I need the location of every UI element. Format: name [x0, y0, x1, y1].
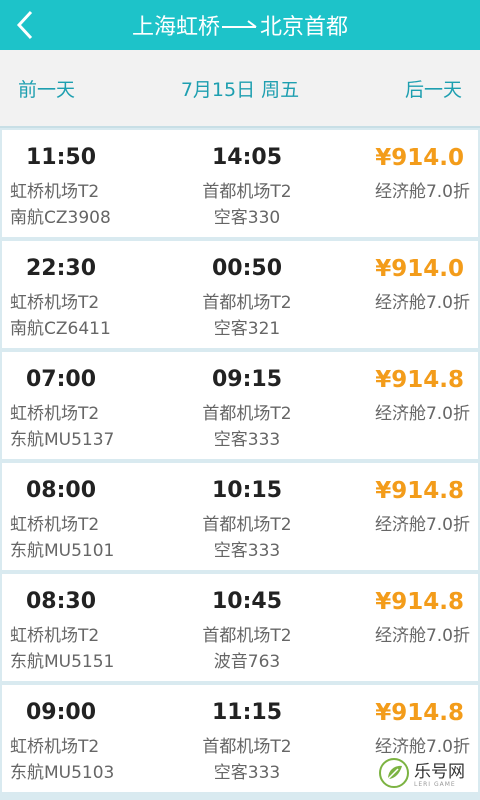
flight-number: 东航MU5137	[10, 430, 115, 450]
flight-number: 南航CZ3908	[10, 208, 111, 228]
flight-number: 东航MU5151	[10, 652, 115, 672]
cabin-discount: 经济舱7.0折	[374, 182, 470, 202]
date-navigation: 前一天 7月15日 周五 后一天	[0, 50, 480, 128]
cabin-discount: 经济舱7.0折	[374, 626, 470, 646]
price-column: ¥914.8 经济舱7.0折	[330, 352, 470, 459]
flight-card[interactable]: 08:00 虹桥机场T2 东航MU5101 10:15 首都机场T2 空客333 ¥914.…	[2, 463, 478, 570]
arrive-time: 09:15	[211, 367, 283, 392]
prev-day-button[interactable]: 前一天	[18, 75, 75, 102]
depart-airport: 虹桥机场T2	[10, 182, 100, 202]
cabin-discount: 经济舱7.0折	[374, 404, 470, 424]
cabin-discount: 经济舱7.0折	[374, 293, 470, 313]
ticket-price: ¥914.8	[375, 367, 464, 393]
arrive-time: 10:45	[211, 589, 283, 614]
arrive-time: 00:50	[211, 256, 283, 281]
aircraft-type: 空客333	[213, 430, 281, 450]
flight-card[interactable]: 11:50 虹桥机场T2 南航CZ3908 14:05 首都机场T2 空客330 ¥914.…	[2, 130, 478, 237]
watermark-subtext: LERI GAME	[414, 781, 456, 788]
departure-column: 08:30 虹桥机场T2 东航MU5151	[8, 574, 178, 681]
departure-column: 07:00 虹桥机场T2 东航MU5137	[8, 352, 178, 459]
top-bar: 上海虹桥 北京首都	[0, 0, 480, 50]
depart-airport: 虹桥机场T2	[10, 293, 100, 313]
ticket-price: ¥914.0	[375, 256, 464, 282]
arrival-column: 14:05 首都机场T2 空客330	[192, 130, 302, 237]
departure-column: 22:30 虹桥机场T2 南航CZ6411	[8, 241, 178, 348]
arrival-column: 10:45 首都机场T2 波音763	[192, 574, 302, 681]
arrival-column: 11:15 首都机场T2 空客333	[192, 685, 302, 792]
arrival-column: 09:15 首都机场T2 空客333	[192, 352, 302, 459]
flight-card[interactable]: 22:30 虹桥机场T2 南航CZ6411 00:50 首都机场T2 空客321 ¥914.…	[2, 241, 478, 348]
arrive-airport: 首都机场T2	[202, 182, 292, 202]
aircraft-type: 空客333	[213, 763, 281, 783]
flight-card[interactable]: 07:00 虹桥机场T2 东航MU5137 09:15 首都机场T2 空客333 ¥914.…	[2, 352, 478, 459]
aircraft-type: 空客330	[213, 208, 281, 228]
arrival-column: 00:50 首都机场T2 空客321	[192, 241, 302, 348]
aircraft-type: 空客321	[213, 319, 281, 339]
price-column: ¥914.8 经济舱7.0折	[330, 574, 470, 681]
aircraft-type: 空客333	[213, 541, 281, 561]
departure-column: 09:00 虹桥机场T2 东航MU5103	[8, 685, 178, 792]
arrive-airport: 首都机场T2	[202, 626, 292, 646]
ticket-price: ¥914.8	[375, 478, 464, 504]
arrive-airport: 首都机场T2	[202, 737, 292, 757]
leaf-logo-icon	[378, 757, 410, 793]
cabin-discount: 经济舱7.0折	[374, 515, 470, 535]
arrive-time: 11:15	[211, 700, 283, 725]
depart-time: 08:00	[26, 478, 97, 503]
current-date: 7月15日 周五	[180, 78, 300, 101]
departure-column: 08:00 虹桥机场T2 东航MU5101	[8, 463, 178, 570]
arrival-column: 10:15 首都机场T2 空客333	[192, 463, 302, 570]
ticket-price: ¥914.0	[375, 145, 464, 171]
flight-number: 东航MU5101	[10, 541, 115, 561]
depart-time: 08:30	[26, 589, 97, 614]
arrive-airport: 首都机场T2	[202, 404, 292, 424]
depart-time: 22:30	[26, 256, 97, 281]
route-arrow-icon	[222, 18, 258, 32]
depart-time: 09:00	[26, 700, 97, 725]
ticket-price: ¥914.8	[375, 589, 464, 615]
price-column: ¥914.0 经济舱7.0折	[330, 241, 470, 348]
depart-airport: 虹桥机场T2	[10, 737, 100, 757]
origin-city: 上海虹桥	[131, 15, 220, 40]
aircraft-type: 波音763	[213, 652, 281, 672]
destination-city: 北京首都	[260, 15, 349, 40]
arrive-time: 10:15	[211, 478, 283, 503]
depart-time: 11:50	[26, 145, 97, 170]
depart-airport: 虹桥机场T2	[10, 626, 100, 646]
flight-number: 南航CZ6411	[10, 319, 111, 339]
price-column: ¥914.0 经济舱7.0折	[330, 130, 470, 237]
watermark: 乐号网 LERI GAME	[378, 752, 478, 798]
watermark-text: 乐号网	[414, 762, 465, 782]
depart-airport: 虹桥机场T2	[10, 404, 100, 424]
flight-number: 东航MU5103	[10, 763, 115, 783]
departure-column: 11:50 虹桥机场T2 南航CZ3908	[8, 130, 178, 237]
depart-time: 07:00	[26, 367, 97, 392]
flight-card[interactable]: 08:30 虹桥机场T2 东航MU5151 10:45 首都机场T2 波音763 ¥914.…	[2, 574, 478, 681]
depart-airport: 虹桥机场T2	[10, 515, 100, 535]
ticket-price: ¥914.8	[375, 700, 464, 726]
arrive-airport: 首都机场T2	[202, 515, 292, 535]
route-title: 上海虹桥 北京首都	[0, 0, 480, 50]
price-column: ¥914.8 经济舱7.0折	[330, 463, 470, 570]
arrive-time: 14:05	[211, 145, 283, 170]
arrive-airport: 首都机场T2	[202, 293, 292, 313]
next-day-button[interactable]: 后一天	[405, 75, 462, 102]
